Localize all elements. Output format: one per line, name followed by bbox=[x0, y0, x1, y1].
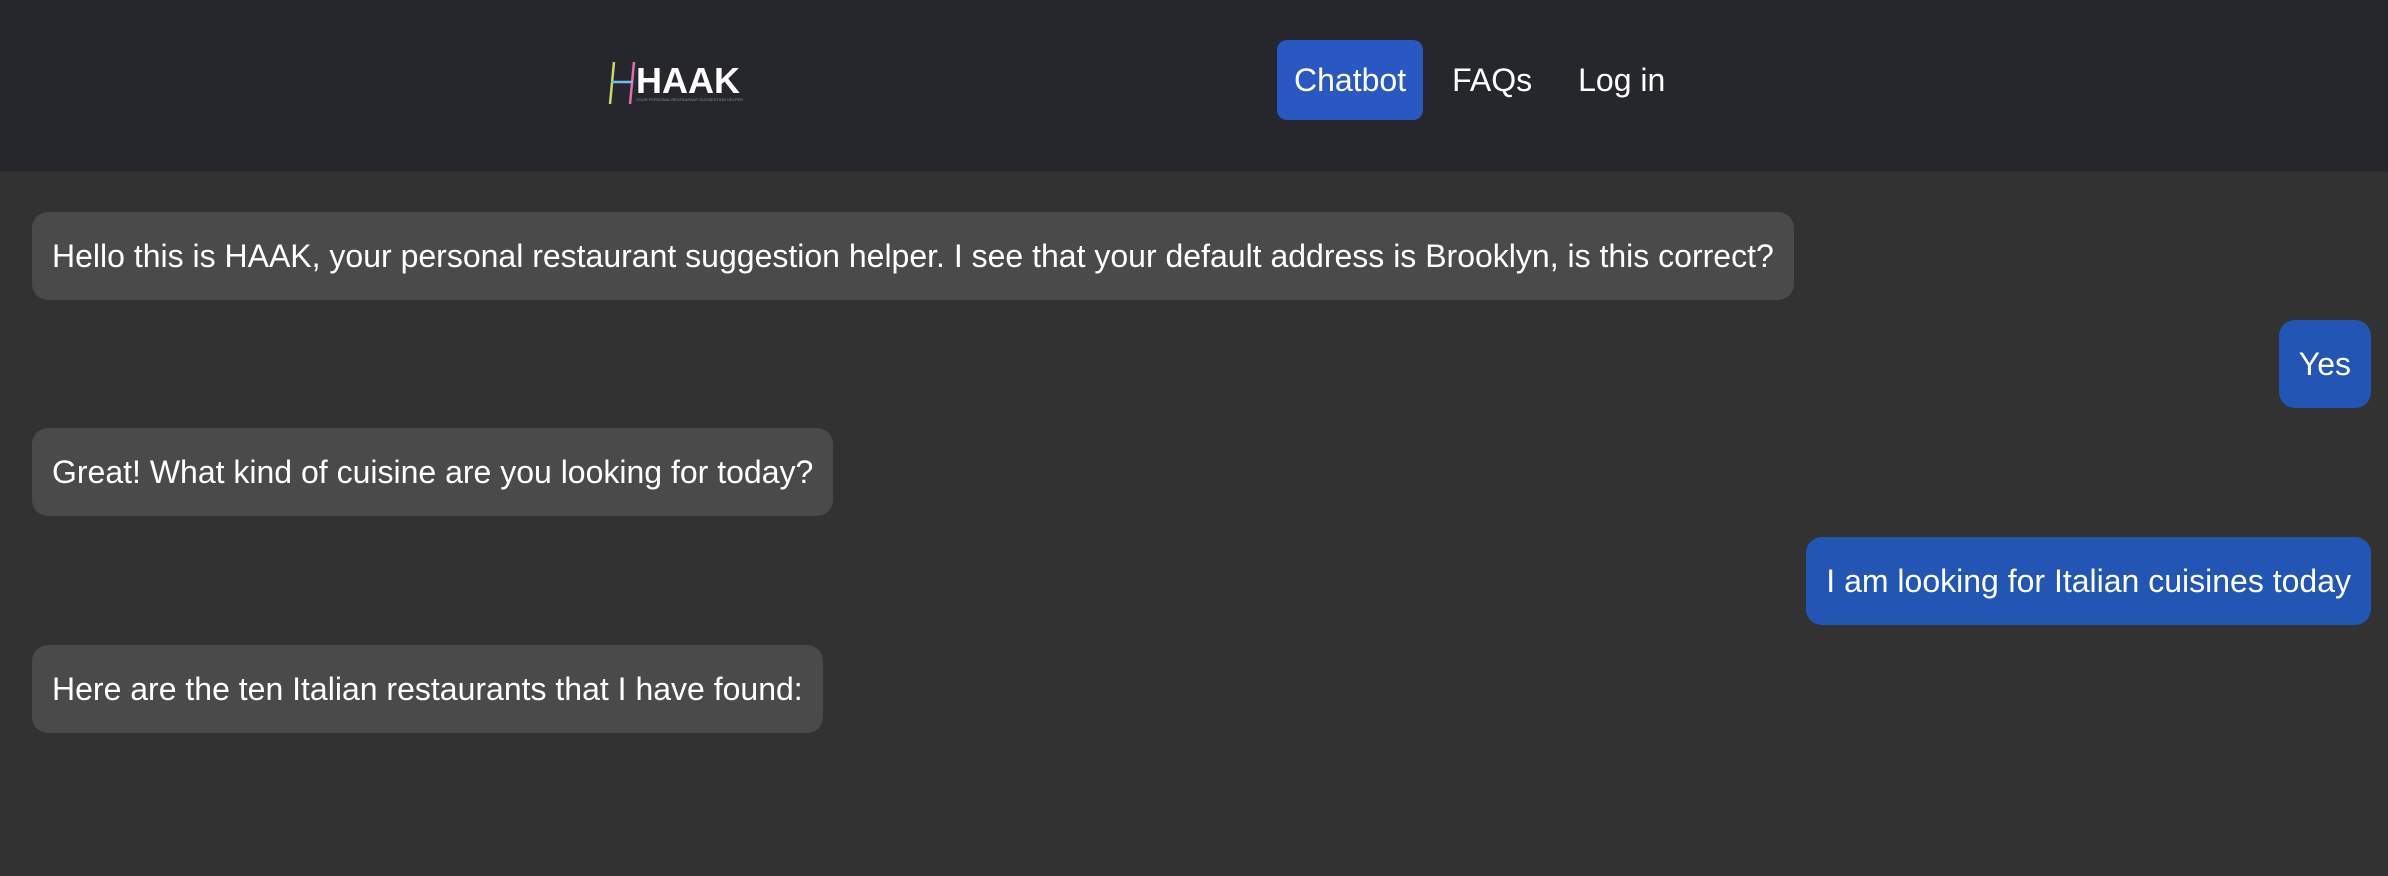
logo-mark-icon: HAAK YOUR PERSONAL RESTAURANT SUGGESTION… bbox=[608, 60, 743, 105]
bot-message: Great! What kind of cuisine are you look… bbox=[32, 428, 834, 516]
nav-chatbot[interactable]: Chatbot bbox=[1277, 40, 1424, 120]
haak-logo[interactable]: HAAK YOUR PERSONAL RESTAURANT SUGGESTION… bbox=[600, 58, 755, 108]
main-nav: Chatbot FAQs Log in bbox=[1277, 40, 1694, 120]
user-message: I am looking for Italian cuisines today bbox=[1806, 537, 2371, 625]
bot-message: Hello this is HAAK, your personal restau… bbox=[32, 212, 1794, 300]
svg-text:YOUR PERSONAL RESTAURANT SUGGE: YOUR PERSONAL RESTAURANT SUGGESTION HELP… bbox=[636, 97, 743, 102]
user-message: Yes bbox=[2278, 320, 2371, 408]
nav-login[interactable]: Log in bbox=[1561, 40, 1682, 120]
svg-text:HAAK: HAAK bbox=[636, 60, 740, 101]
chat-area: Hello this is HAAK, your personal restau… bbox=[0, 171, 2388, 876]
top-navbar: HAAK YOUR PERSONAL RESTAURANT SUGGESTION… bbox=[0, 0, 2388, 171]
bot-message: Here are the ten Italian restaurants tha… bbox=[32, 645, 823, 733]
nav-faqs[interactable]: FAQs bbox=[1435, 40, 1549, 120]
